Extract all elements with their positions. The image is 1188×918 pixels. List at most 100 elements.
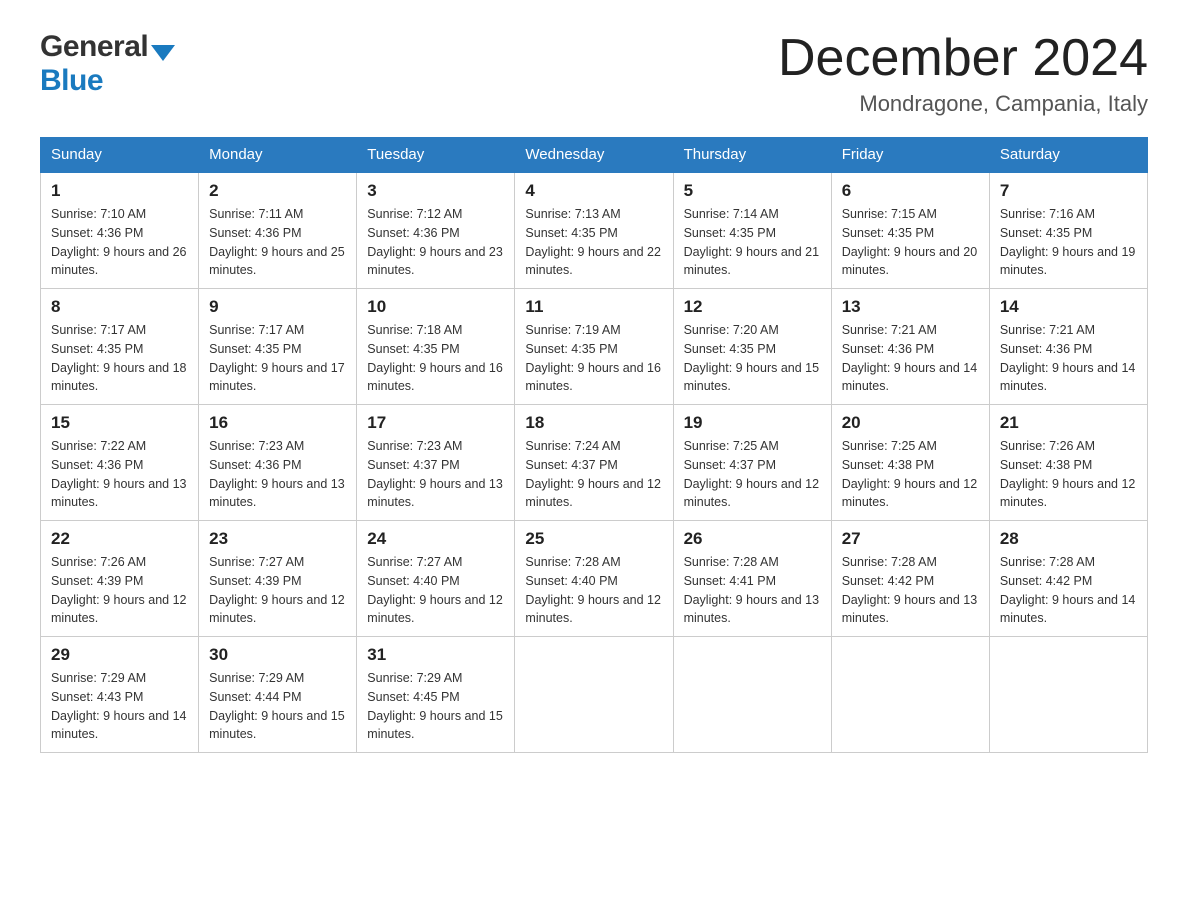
day-number: 24 xyxy=(367,529,504,549)
day-info: Sunrise: 7:25 AMSunset: 4:37 PMDaylight:… xyxy=(684,437,821,512)
calendar-cell: 4 Sunrise: 7:13 AMSunset: 4:35 PMDaylight… xyxy=(515,172,673,289)
day-number: 6 xyxy=(842,181,979,201)
day-number: 21 xyxy=(1000,413,1137,433)
day-info: Sunrise: 7:18 AMSunset: 4:35 PMDaylight:… xyxy=(367,321,504,396)
day-info: Sunrise: 7:13 AMSunset: 4:35 PMDaylight:… xyxy=(525,205,662,280)
day-info: Sunrise: 7:11 AMSunset: 4:36 PMDaylight:… xyxy=(209,205,346,280)
column-header-monday: Monday xyxy=(199,138,357,173)
location-subtitle: Mondragone, Campania, Italy xyxy=(778,91,1148,117)
day-number: 25 xyxy=(525,529,662,549)
day-info: Sunrise: 7:17 AMSunset: 4:35 PMDaylight:… xyxy=(51,321,188,396)
week-row-4: 22 Sunrise: 7:26 AMSunset: 4:39 PMDayligh… xyxy=(41,521,1148,637)
day-number: 8 xyxy=(51,297,188,317)
day-info: Sunrise: 7:27 AMSunset: 4:39 PMDaylight:… xyxy=(209,553,346,628)
logo-arrow-icon xyxy=(151,45,175,61)
title-block: December 2024 Mondragone, Campania, Ital… xyxy=(778,30,1148,117)
calendar-cell: 15Sunrise: 7:22 AMSunset: 4:36 PMDayligh… xyxy=(41,405,199,521)
calendar-cell: 7Sunrise: 7:16 AMSunset: 4:35 PMDaylight… xyxy=(989,172,1147,289)
day-info: Sunrise: 7:28 AMSunset: 4:41 PMDaylight:… xyxy=(684,553,821,628)
day-info: Sunrise: 7:20 AMSunset: 4:35 PMDaylight:… xyxy=(684,321,821,396)
calendar-cell: 6 Sunrise: 7:15 AMSunset: 4:35 PMDaylight… xyxy=(831,172,989,289)
week-row-2: 8 Sunrise: 7:17 AMSunset: 4:35 PMDaylight… xyxy=(41,289,1148,405)
day-info: Sunrise: 7:19 AMSunset: 4:35 PMDaylight:… xyxy=(525,321,662,396)
day-number: 11 xyxy=(525,297,662,317)
day-number: 14 xyxy=(1000,297,1137,317)
day-number: 1 xyxy=(51,181,188,201)
day-info: Sunrise: 7:23 AMSunset: 4:36 PMDaylight:… xyxy=(209,437,346,512)
calendar-cell: 13Sunrise: 7:21 AMSunset: 4:36 PMDayligh… xyxy=(831,289,989,405)
day-number: 12 xyxy=(684,297,821,317)
calendar-cell: 24 Sunrise: 7:27 AMSunset: 4:40 PMDayligh… xyxy=(357,521,515,637)
day-info: Sunrise: 7:12 AMSunset: 4:36 PMDaylight:… xyxy=(367,205,504,280)
calendar-cell: 20 Sunrise: 7:25 AMSunset: 4:38 PMDayligh… xyxy=(831,405,989,521)
day-number: 18 xyxy=(525,413,662,433)
calendar-cell: 16 Sunrise: 7:23 AMSunset: 4:36 PMDayligh… xyxy=(199,405,357,521)
day-number: 2 xyxy=(209,181,346,201)
day-info: Sunrise: 7:27 AMSunset: 4:40 PMDaylight:… xyxy=(367,553,504,628)
day-number: 4 xyxy=(525,181,662,201)
calendar-cell: 29Sunrise: 7:29 AMSunset: 4:43 PMDayligh… xyxy=(41,637,199,753)
day-info: Sunrise: 7:25 AMSunset: 4:38 PMDaylight:… xyxy=(842,437,979,512)
day-info: Sunrise: 7:28 AMSunset: 4:42 PMDaylight:… xyxy=(1000,553,1137,628)
calendar-table: SundayMondayTuesdayWednesdayThursdayFrid… xyxy=(40,137,1148,753)
logo-general-text: General xyxy=(40,30,148,64)
week-row-3: 15Sunrise: 7:22 AMSunset: 4:36 PMDayligh… xyxy=(41,405,1148,521)
calendar-cell xyxy=(515,637,673,753)
calendar-cell: 17 Sunrise: 7:23 AMSunset: 4:37 PMDayligh… xyxy=(357,405,515,521)
calendar-cell: 5 Sunrise: 7:14 AMSunset: 4:35 PMDaylight… xyxy=(673,172,831,289)
column-header-thursday: Thursday xyxy=(673,138,831,173)
calendar-cell: 8 Sunrise: 7:17 AMSunset: 4:35 PMDaylight… xyxy=(41,289,199,405)
calendar-cell: 22 Sunrise: 7:26 AMSunset: 4:39 PMDayligh… xyxy=(41,521,199,637)
column-header-wednesday: Wednesday xyxy=(515,138,673,173)
week-row-5: 29Sunrise: 7:29 AMSunset: 4:43 PMDayligh… xyxy=(41,637,1148,753)
day-info: Sunrise: 7:26 AMSunset: 4:39 PMDaylight:… xyxy=(51,553,188,628)
day-number: 20 xyxy=(842,413,979,433)
day-number: 23 xyxy=(209,529,346,549)
day-info: Sunrise: 7:14 AMSunset: 4:35 PMDaylight:… xyxy=(684,205,821,280)
day-number: 28 xyxy=(1000,529,1137,549)
day-number: 26 xyxy=(684,529,821,549)
day-info: Sunrise: 7:21 AMSunset: 4:36 PMDaylight:… xyxy=(1000,321,1137,396)
logo: General Blue xyxy=(40,30,175,98)
day-number: 19 xyxy=(684,413,821,433)
calendar-cell xyxy=(831,637,989,753)
calendar-cell: 14 Sunrise: 7:21 AMSunset: 4:36 PMDayligh… xyxy=(989,289,1147,405)
calendar-cell: 28 Sunrise: 7:28 AMSunset: 4:42 PMDayligh… xyxy=(989,521,1147,637)
day-number: 3 xyxy=(367,181,504,201)
calendar-cell xyxy=(989,637,1147,753)
day-info: Sunrise: 7:29 AMSunset: 4:45 PMDaylight:… xyxy=(367,669,504,744)
calendar-header: SundayMondayTuesdayWednesdayThursdayFrid… xyxy=(41,138,1148,173)
day-info: Sunrise: 7:29 AMSunset: 4:44 PMDaylight:… xyxy=(209,669,346,744)
calendar-cell: 18 Sunrise: 7:24 AMSunset: 4:37 PMDayligh… xyxy=(515,405,673,521)
week-row-1: 1 Sunrise: 7:10 AMSunset: 4:36 PMDaylight… xyxy=(41,172,1148,289)
day-number: 30 xyxy=(209,645,346,665)
calendar-cell: 9Sunrise: 7:17 AMSunset: 4:35 PMDaylight… xyxy=(199,289,357,405)
day-number: 29 xyxy=(51,645,188,665)
calendar-cell: 12 Sunrise: 7:20 AMSunset: 4:35 PMDayligh… xyxy=(673,289,831,405)
day-number: 22 xyxy=(51,529,188,549)
day-info: Sunrise: 7:28 AMSunset: 4:40 PMDaylight:… xyxy=(525,553,662,628)
calendar-cell: 1 Sunrise: 7:10 AMSunset: 4:36 PMDaylight… xyxy=(41,172,199,289)
day-info: Sunrise: 7:10 AMSunset: 4:36 PMDaylight:… xyxy=(51,205,188,280)
day-info: Sunrise: 7:21 AMSunset: 4:36 PMDaylight:… xyxy=(842,321,979,396)
calendar-cell: 30 Sunrise: 7:29 AMSunset: 4:44 PMDayligh… xyxy=(199,637,357,753)
calendar-cell: 21 Sunrise: 7:26 AMSunset: 4:38 PMDayligh… xyxy=(989,405,1147,521)
day-info: Sunrise: 7:24 AMSunset: 4:37 PMDaylight:… xyxy=(525,437,662,512)
day-number: 9 xyxy=(209,297,346,317)
day-number: 10 xyxy=(367,297,504,317)
day-info: Sunrise: 7:23 AMSunset: 4:37 PMDaylight:… xyxy=(367,437,504,512)
day-info: Sunrise: 7:15 AMSunset: 4:35 PMDaylight:… xyxy=(842,205,979,280)
calendar-cell: 23 Sunrise: 7:27 AMSunset: 4:39 PMDayligh… xyxy=(199,521,357,637)
column-header-friday: Friday xyxy=(831,138,989,173)
day-number: 27 xyxy=(842,529,979,549)
day-number: 17 xyxy=(367,413,504,433)
calendar-cell: 11 Sunrise: 7:19 AMSunset: 4:35 PMDayligh… xyxy=(515,289,673,405)
day-number: 5 xyxy=(684,181,821,201)
calendar-cell: 2 Sunrise: 7:11 AMSunset: 4:36 PMDaylight… xyxy=(199,172,357,289)
day-info: Sunrise: 7:26 AMSunset: 4:38 PMDaylight:… xyxy=(1000,437,1137,512)
calendar-cell: 26 Sunrise: 7:28 AMSunset: 4:41 PMDayligh… xyxy=(673,521,831,637)
logo-blue-text: Blue xyxy=(40,64,103,97)
day-number: 16 xyxy=(209,413,346,433)
column-header-saturday: Saturday xyxy=(989,138,1147,173)
calendar-cell: 27Sunrise: 7:28 AMSunset: 4:42 PMDayligh… xyxy=(831,521,989,637)
